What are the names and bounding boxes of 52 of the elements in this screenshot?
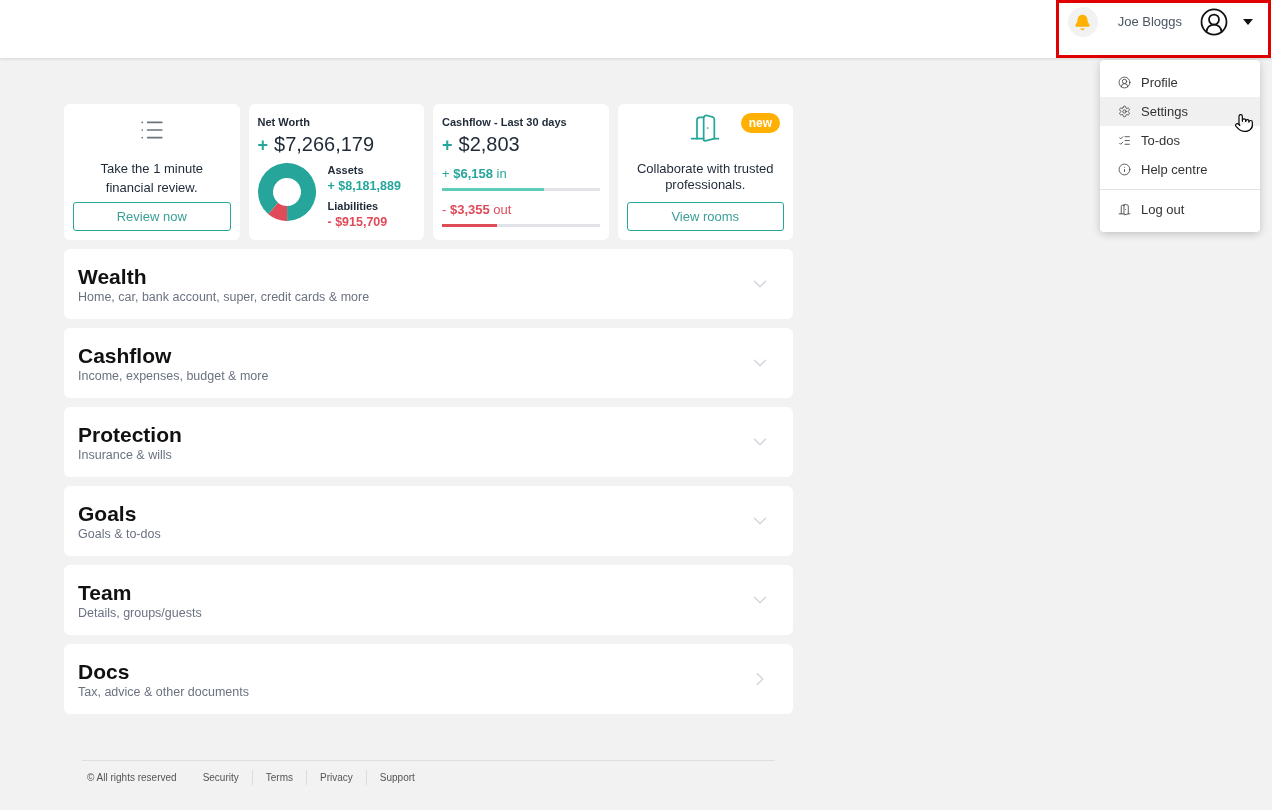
menu-item[interactable]: Settings	[1100, 97, 1260, 126]
settings-icon	[1118, 105, 1131, 118]
section-subtitle: Home, car, bank account, super, credit cards & more	[78, 288, 370, 305]
person-circle-icon	[1118, 76, 1131, 89]
section-panel[interactable]: Goals Goals & to-dos	[64, 486, 793, 556]
user-avatar-icon[interactable]	[1199, 7, 1229, 37]
plus-sign: +	[442, 134, 453, 157]
legend-value: + $8,181,889	[327, 178, 401, 195]
new-badge: new	[740, 113, 780, 133]
menu-item[interactable]: Log out	[1100, 195, 1260, 224]
menu-item[interactable]: Help centre	[1100, 155, 1260, 184]
hand-cursor-icon	[1234, 112, 1254, 134]
section-subtitle: Income, expenses, budget & more	[78, 367, 269, 384]
rooms-promo-text: Collaborate with trusted professionals.	[635, 161, 775, 193]
section-title: Wealth	[78, 263, 148, 289]
card-title: Net Worth	[257, 115, 311, 129]
net-worth-value: $7,266,179	[274, 132, 375, 156]
copyright-text: © All rights reserved	[87, 771, 178, 785]
section-panel[interactable]: Protection Insurance & wills	[64, 407, 793, 477]
footer-link[interactable]: Terms	[251, 770, 306, 785]
section-title: Cashflow	[78, 342, 173, 368]
section-title: Team	[78, 579, 133, 605]
section-panel[interactable]: Team Details, groups/guests	[64, 565, 793, 635]
legend-value: - $915,709	[327, 214, 389, 231]
money-out-amount: - $3,355 out	[442, 201, 513, 219]
menu-item[interactable]: To-dos	[1100, 126, 1260, 155]
section-title: Protection	[78, 421, 182, 447]
section-title: Goals	[78, 500, 138, 526]
legend-label: Liabilities	[327, 199, 380, 213]
footer-link[interactable]: Privacy	[306, 770, 366, 785]
section-panel[interactable]: Wealth Home, car, bank account, super, credit cards & more	[64, 249, 793, 319]
money-in-amount: + $6,158 in	[442, 165, 508, 183]
footer-link[interactable]: Security	[189, 770, 252, 785]
section-panel[interactable]: Cashflow Income, expenses, budget & more	[64, 328, 793, 398]
caret-icon[interactable]	[1243, 19, 1253, 25]
section-panel[interactable]: Docs Tax, advice & other documents	[64, 644, 793, 714]
checklist-icon	[1118, 134, 1131, 147]
section-subtitle: Details, groups/guests	[78, 604, 202, 621]
review-prompt: Take the 1 minute financial review.	[99, 160, 205, 197]
section-subtitle: Tax, advice & other documents	[78, 683, 249, 700]
section-title: Docs	[78, 658, 131, 684]
footer-link[interactable]: Support	[365, 770, 428, 785]
plus-sign: +	[257, 134, 268, 157]
door-icon	[1118, 203, 1131, 216]
menu-item[interactable]: Profile	[1100, 68, 1260, 97]
card-title: Cashflow - Last 30 days	[442, 115, 568, 129]
user-name[interactable]: Joe Bloggs	[1117, 7, 1182, 37]
section-subtitle: Insurance & wills	[78, 446, 173, 463]
info-icon	[1118, 163, 1131, 176]
cashflow-value: $2,803	[458, 132, 520, 156]
legend-label: Assets	[327, 163, 365, 177]
section-subtitle: Goals & to-dos	[78, 525, 161, 542]
